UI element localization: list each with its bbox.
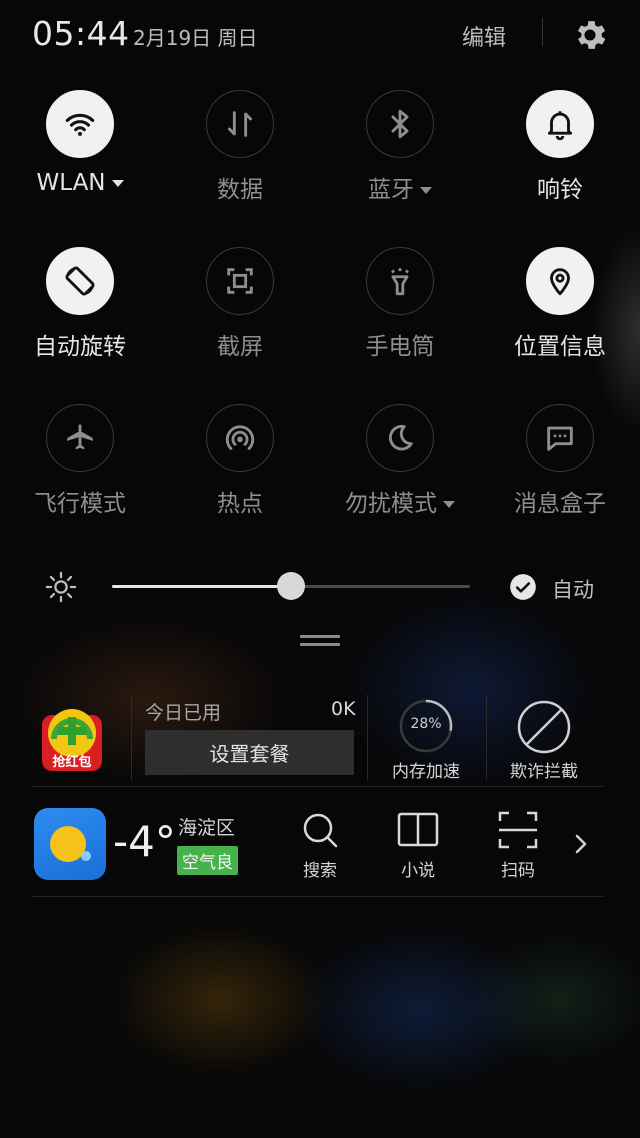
brightness-slider[interactable]	[112, 572, 470, 600]
edit-button[interactable]: 编辑	[462, 20, 506, 52]
toggle-mobile-data[interactable]: 数据	[160, 90, 320, 210]
widget-row-divider	[32, 786, 604, 787]
message-box-icon	[526, 404, 594, 472]
mobile-data-icon	[206, 90, 274, 158]
widget-divider	[131, 695, 132, 780]
toggle-airplane[interactable]: 飞行模式	[0, 404, 160, 524]
dropdown-caret-icon	[420, 187, 432, 194]
red-packet-label: 抢红包	[52, 754, 91, 770]
toggle-bluetooth[interactable]: 蓝牙	[320, 90, 480, 210]
bell-icon	[526, 90, 594, 158]
red-packet-icon[interactable]: 抢红包	[38, 705, 106, 773]
scan-icon[interactable]	[497, 809, 539, 851]
memory-boost-label[interactable]: 内存加速	[386, 757, 466, 782]
toggle-label: 勿扰模式	[345, 491, 437, 517]
toggle-label: 数据	[217, 177, 263, 203]
weather-temperature[interactable]: -4°	[113, 817, 176, 866]
toggle-screenshot[interactable]: 截屏	[160, 247, 320, 367]
air-quality-badge: 空气良	[177, 846, 238, 875]
toggle-label: 截屏	[217, 334, 263, 360]
dropdown-caret-icon	[443, 501, 455, 508]
toggle-wlan[interactable]: WLAN	[0, 90, 160, 210]
toggle-auto-rotate[interactable]: 自动旋转	[0, 247, 160, 367]
toggle-label: WLAN	[36, 170, 106, 196]
auto-rotate-icon	[46, 247, 114, 315]
toggle-label: 手电筒	[365, 334, 435, 360]
header-divider	[542, 18, 543, 46]
brightness-sun-icon	[45, 571, 77, 603]
shortcut-novel-label[interactable]: 小说	[388, 856, 448, 881]
date-text: 2月19日 周日	[133, 26, 258, 50]
toggle-label: 自动旋转	[34, 334, 126, 360]
toggle-ring[interactable]: 响铃	[480, 90, 640, 210]
status-header: 05:44 2月19日 周日 编辑	[0, 0, 640, 70]
toggle-label: 蓝牙	[368, 177, 414, 203]
block-icon[interactable]	[515, 698, 573, 756]
shortcut-search-label[interactable]: 搜索	[290, 856, 350, 881]
flashlight-icon	[366, 247, 434, 315]
hotspot-icon	[206, 404, 274, 472]
shortcut-scan-label[interactable]: 扫码	[488, 856, 548, 881]
widget-divider	[367, 695, 368, 780]
moon-icon	[366, 404, 434, 472]
clock-time: 05:44	[32, 14, 130, 53]
wifi-icon	[46, 90, 114, 158]
screenshot-icon	[206, 247, 274, 315]
dropdown-caret-icon	[111, 180, 124, 187]
auto-brightness-label[interactable]: 自动	[552, 574, 594, 604]
brightness-slider-fill	[112, 585, 291, 588]
set-plan-button[interactable]: 设置套餐	[145, 730, 354, 775]
data-today-value: 0K	[331, 698, 356, 720]
toggle-message-box[interactable]: 消息盒子	[480, 404, 640, 524]
toggle-flashlight[interactable]: 手电筒	[320, 247, 480, 367]
toggle-do-not-disturb[interactable]: 勿扰模式	[320, 404, 480, 524]
widget-divider	[486, 695, 487, 780]
chevron-right-icon[interactable]	[571, 830, 591, 858]
memory-percent: 28%	[410, 716, 442, 732]
weather-sun-icon[interactable]	[34, 808, 106, 880]
toggle-label: 飞行模式	[34, 491, 126, 517]
brightness-slider-thumb[interactable]	[277, 572, 305, 600]
toggle-label: 消息盒子	[514, 491, 606, 517]
toggle-hotspot[interactable]: 热点	[160, 404, 320, 524]
location-icon	[526, 247, 594, 315]
toggle-label: 响铃	[537, 177, 583, 203]
toggle-label: 热点	[217, 491, 263, 517]
weather-district: 海淀区	[178, 817, 236, 839]
airplane-icon	[46, 404, 114, 472]
gear-icon[interactable]	[571, 16, 609, 54]
drag-handle[interactable]	[300, 635, 340, 649]
toggle-label: 位置信息	[514, 334, 606, 360]
widget-row-divider	[32, 896, 604, 897]
fraud-block-label[interactable]: 欺诈拦截	[504, 757, 584, 782]
bluetooth-icon	[366, 90, 434, 158]
book-icon[interactable]	[397, 809, 439, 851]
auto-brightness-check-icon[interactable]	[509, 573, 537, 601]
data-today-label: 今日已用	[145, 702, 222, 724]
toggle-location[interactable]: 位置信息	[480, 247, 640, 367]
search-icon[interactable]	[299, 809, 341, 851]
